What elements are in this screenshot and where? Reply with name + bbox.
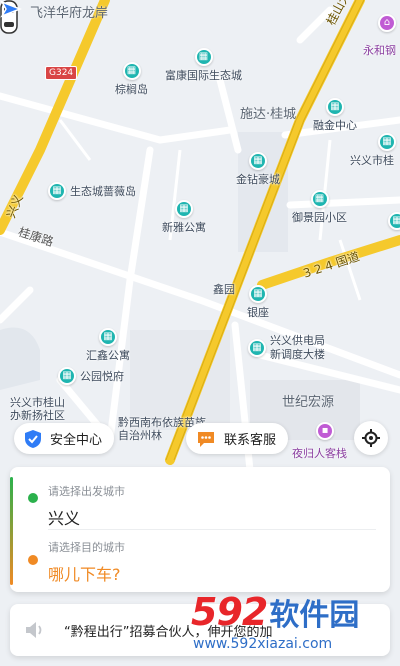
safety-center-button[interactable]: 安全中心 (14, 423, 115, 454)
building-icon: ▦ (310, 190, 329, 208)
poi-zongludao[interactable]: ▦ 棕榈岛 (115, 62, 148, 97)
poi-xinya[interactable]: ▦ 新雅公寓 (162, 200, 206, 235)
poi-huixin[interactable]: ▦ 汇鑫公寓 (86, 328, 130, 363)
building-icon: ▦ (99, 328, 117, 346)
building-icon: ▦ (175, 200, 193, 218)
poi-jinzuan[interactable]: ▦ 金钻豪城 (236, 152, 280, 187)
customer-service-button[interactable]: 联系客服 (186, 423, 289, 454)
building-icon: ▦ (388, 212, 400, 230)
poi-xingyishi[interactable]: ▦ 兴义市桂 (350, 133, 396, 168)
g324-shield: G324 (45, 66, 78, 80)
poi-yinzuo[interactable]: ▦ 银座 (247, 285, 269, 320)
hotel-icon: ▪ (316, 422, 334, 440)
building-icon: ▦ (194, 48, 213, 66)
safety-center-label: 安全中心 (50, 433, 103, 448)
speaker-icon (26, 622, 42, 638)
chat-bubble-icon (198, 431, 214, 447)
trip-card: 请选择出发城市 兴义 请选择目的城市 哪儿下车? (10, 467, 390, 592)
building-icon: ▦ (249, 152, 267, 170)
watermark-number: 592 (191, 590, 268, 634)
building-icon: ▦ (326, 98, 344, 116)
destination-field[interactable]: 请选择目的城市 哪儿下车? (10, 539, 390, 585)
origin-value: 兴义 (48, 509, 81, 528)
building-icon: ▦ (248, 339, 266, 357)
crosshair-icon (362, 429, 380, 447)
location-arrow-icon (0, 0, 22, 18)
destination-value: 哪儿下车? (48, 565, 121, 584)
poi-rongjin[interactable]: ▦ 融金中心 (313, 98, 357, 133)
poi-yeguiren-pin[interactable]: ▪ (316, 422, 334, 440)
poi-yujing[interactable]: ▦ 御景园小区 (292, 190, 347, 225)
poi-shengtai[interactable]: ▦ 生态城蔷薇岛 (48, 182, 136, 200)
poi-yonghe[interactable]: ⌂ (378, 14, 396, 32)
poi-edge[interactable]: ▦ (388, 212, 400, 230)
poi-fukang[interactable]: ▦ 富康国际生态城 (165, 48, 242, 83)
building-icon: ▦ (378, 133, 396, 151)
area-label-feiyang: 飞洋华府龙岸 (30, 6, 109, 21)
destination-hint: 请选择目的城市 (48, 541, 125, 554)
watermark: 592 软件园 www.592xiazai.com (189, 590, 394, 662)
area-label-shida: 施达·桂城 (240, 107, 297, 122)
origin-field[interactable]: 请选择出发城市 兴义 (10, 483, 390, 529)
poi-label-xinyuan: 鑫园 (213, 283, 235, 296)
poi-gongyuan[interactable]: ▦ 公园悦府 (58, 367, 124, 385)
poi-label-yeguiren: 夜归人客栈 (292, 447, 347, 460)
building-icon: ▦ (122, 62, 141, 80)
origin-hint: 请选择出发城市 (48, 485, 125, 498)
customer-service-label: 联系客服 (224, 433, 277, 448)
poi-gongdian[interactable]: ▦ 兴义供电局 新调度大楼 (248, 334, 325, 362)
building-icon: ▦ (58, 367, 76, 385)
locate-button[interactable] (354, 421, 388, 455)
watermark-url: www.592xiazai.com (193, 636, 333, 652)
poi-pin-icon: ⌂ (378, 14, 396, 32)
watermark-title: 软件园 (269, 598, 360, 633)
building-icon: ▦ (48, 182, 66, 200)
area-label-shiji: 世纪宏源 (282, 395, 335, 410)
poi-label-xingyishi2: 兴义市桂山 办新扬社区 (10, 396, 65, 422)
poi-label-yonghe: 永和钢 (363, 44, 396, 57)
shield-icon (25, 429, 41, 448)
trip-divider (48, 529, 376, 530)
building-icon: ▦ (249, 285, 267, 303)
